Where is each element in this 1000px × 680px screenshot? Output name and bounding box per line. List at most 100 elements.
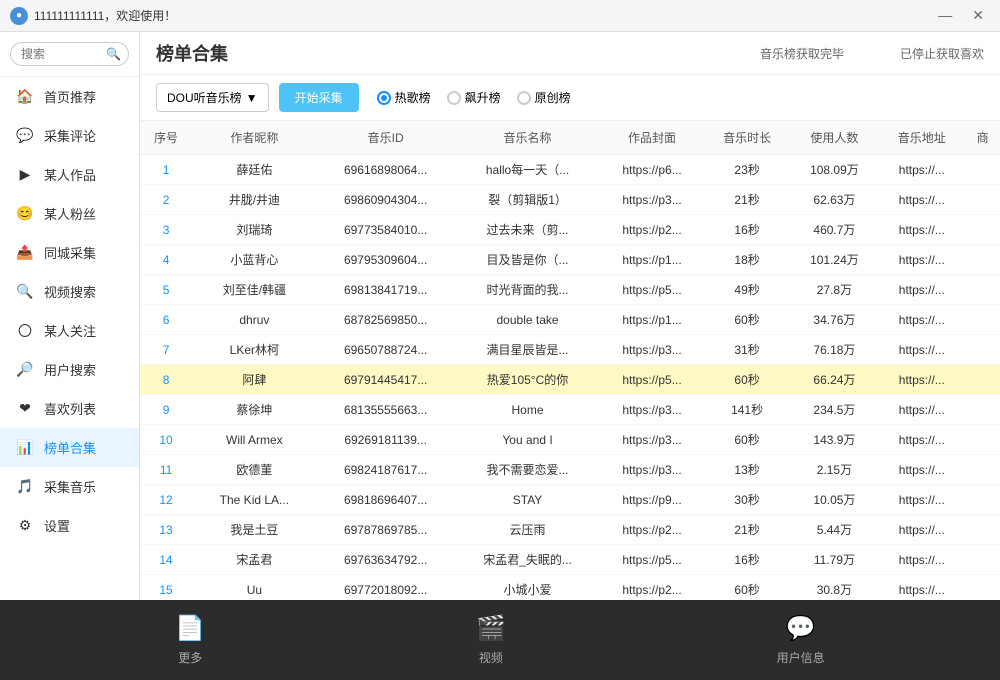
cell-5: 16秒 <box>704 545 791 575</box>
cell-5: 49秒 <box>704 275 791 305</box>
cell-7: https://... <box>878 395 965 425</box>
radio-原创榜[interactable]: 原创榜 <box>517 89 571 106</box>
sidebar-item-label: 喜欢列表 <box>44 399 96 418</box>
close-button[interactable]: ✕ <box>966 5 990 26</box>
sidebar-item-video-search[interactable]: 🔍 视频搜索 <box>0 272 139 311</box>
cell-5: 23秒 <box>704 155 791 185</box>
table-row[interactable]: 5刘至佳/韩疆69813841719...时光背面的我...https://p5… <box>140 275 1000 305</box>
table-row[interactable]: 7LKer林柯69650788724...满目星辰皆是...https://p3… <box>140 335 1000 365</box>
cell-6: 62.63万 <box>791 185 879 215</box>
cell-8 <box>965 455 1000 485</box>
video-icon: 🎬 <box>476 614 506 643</box>
cell-8 <box>965 425 1000 455</box>
cell-3: STAY <box>455 485 601 515</box>
cell-0: 9 <box>140 395 192 425</box>
sidebar: 🔍 🏠 首页推荐 💬 采集评论 ▶ 某人作品 😊 某人粉丝 📤 同城采集 🔍 视… <box>0 32 140 600</box>
sidebar-item-someone-work[interactable]: ▶ 某人作品 <box>0 155 139 194</box>
cell-0: 3 <box>140 215 192 245</box>
cell-8 <box>965 275 1000 305</box>
bottom-item-video[interactable]: 🎬 视频 <box>476 614 506 666</box>
table-row[interactable]: 11欧德菫69824187617...我不需要恋爱...https://p3..… <box>140 455 1000 485</box>
cell-3: 宋孟君_失眠的... <box>455 545 601 575</box>
like-list-icon: ❤ <box>16 400 34 418</box>
cell-6: 460.7万 <box>791 215 879 245</box>
cell-1: 薛廷佑 <box>192 155 317 185</box>
table-row[interactable]: 15Uu69772018092...小城小爱https://p2...60秒30… <box>140 575 1000 601</box>
collect-comment-icon: 💬 <box>16 127 34 145</box>
bottom-label-more: 更多 <box>178 649 202 666</box>
table-container[interactable]: 序号作者昵称音乐ID音乐名称作品封面音乐时长使用人数音乐地址商 1薛廷佑6961… <box>140 121 1000 600</box>
collect-button[interactable]: 开始采集 <box>279 83 359 112</box>
cell-5: 31秒 <box>704 335 791 365</box>
cell-5: 21秒 <box>704 515 791 545</box>
content-area: 榜单合集 音乐榜获取完毕 已停止获取喜欢 DOU听音乐榜 ▼ 开始采集 热歌榜 … <box>140 32 1000 600</box>
sidebar-item-collect-comment[interactable]: 💬 采集评论 <box>0 116 139 155</box>
user-search-icon: 🔎 <box>16 361 34 379</box>
sidebar-item-follow-collect[interactable]: 〇 某人关注 <box>0 311 139 350</box>
table-row[interactable]: 10Will Armex69269181139...You and Ihttps… <box>140 425 1000 455</box>
bottom-label-video: 视频 <box>479 649 503 666</box>
cell-8 <box>965 395 1000 425</box>
bottom-item-user-info[interactable]: 💬 用户信息 <box>777 614 825 666</box>
col-作品封面: 作品封面 <box>600 121 703 155</box>
chart-type-radio-group: 热歌榜 飙升榜 原创榜 <box>377 89 571 106</box>
cell-5: 141秒 <box>704 395 791 425</box>
cell-5: 16秒 <box>704 215 791 245</box>
cell-7: https://... <box>878 155 965 185</box>
sidebar-item-city-collect[interactable]: 📤 同城采集 <box>0 233 139 272</box>
table-row[interactable]: 6dhruv68782569850...double takehttps://p… <box>140 305 1000 335</box>
cell-0: 10 <box>140 425 192 455</box>
sidebar-item-chart-list[interactable]: 📊 榜单合集 <box>0 428 139 467</box>
cell-7: https://... <box>878 425 965 455</box>
table-header-row: 序号作者昵称音乐ID音乐名称作品封面音乐时长使用人数音乐地址商 <box>140 121 1000 155</box>
radio-飙升榜[interactable]: 飙升榜 <box>447 89 501 106</box>
sidebar-item-label: 同城采集 <box>44 243 96 262</box>
cell-7: https://... <box>878 515 965 545</box>
col-商: 商 <box>965 121 1000 155</box>
table-row[interactable]: 2井胧/井迪69860904304...裂（剪辑版1）https://p3...… <box>140 185 1000 215</box>
cell-8 <box>965 365 1000 395</box>
sidebar-item-like-list[interactable]: ❤ 喜欢列表 <box>0 389 139 428</box>
minimize-button[interactable]: — <box>932 5 958 26</box>
sidebar-item-settings[interactable]: ⚙ 设置 <box>0 506 139 545</box>
cell-7: https://... <box>878 575 965 601</box>
table-row[interactable]: 14宋孟君69763634792...宋孟君_失眠的...https://p5.… <box>140 545 1000 575</box>
cell-8 <box>965 335 1000 365</box>
cell-3: double take <box>455 305 601 335</box>
chart-dropdown[interactable]: DOU听音乐榜 ▼ <box>156 83 269 112</box>
cell-7: https://... <box>878 275 965 305</box>
cell-0: 2 <box>140 185 192 215</box>
radio-热歌榜[interactable]: 热歌榜 <box>377 89 431 106</box>
table-row[interactable]: 13我是土豆69787869785...云压雨https://p2...21秒5… <box>140 515 1000 545</box>
cell-0: 14 <box>140 545 192 575</box>
col-音乐时长: 音乐时长 <box>704 121 791 155</box>
cell-6: 30.8万 <box>791 575 879 601</box>
col-音乐地址: 音乐地址 <box>878 121 965 155</box>
someone-work-icon: ▶ <box>16 166 34 184</box>
cell-1: 小蓝背心 <box>192 245 317 275</box>
cell-7: https://... <box>878 545 965 575</box>
cell-6: 234.5万 <box>791 395 879 425</box>
cell-0: 13 <box>140 515 192 545</box>
page-title: 榜单合集 <box>156 40 228 66</box>
table-row[interactable]: 9蔡徐坤68135555663...Homehttps://p3...141秒2… <box>140 395 1000 425</box>
sidebar-item-someone-fans[interactable]: 😊 某人粉丝 <box>0 194 139 233</box>
cell-2: 69787869785... <box>317 515 455 545</box>
table-row[interactable]: 4小蓝背心69795309604...目及皆是你（...https://p1..… <box>140 245 1000 275</box>
sidebar-item-collect-music[interactable]: 🎵 采集音乐 <box>0 467 139 506</box>
cell-5: 30秒 <box>704 485 791 515</box>
cell-0: 7 <box>140 335 192 365</box>
table-row[interactable]: 3刘瑞琦69773584010...过去未来（剪...https://p2...… <box>140 215 1000 245</box>
table-row[interactable]: 8阿肆69791445417...热爱105°C的你https://p5...6… <box>140 365 1000 395</box>
cell-3: 小城小爱 <box>455 575 601 601</box>
sidebar-item-home[interactable]: 🏠 首页推荐 <box>0 77 139 116</box>
table-row[interactable]: 12The Kid LA...69818696407...STAYhttps:/… <box>140 485 1000 515</box>
cell-2: 69773584010... <box>317 215 455 245</box>
status-text-right: 已停止获取喜欢 <box>900 45 984 62</box>
bottom-item-more[interactable]: 📄 更多 <box>175 614 205 666</box>
table-row[interactable]: 1薛廷佑69616898064...hallo每一天（...https://p6… <box>140 155 1000 185</box>
cell-8 <box>965 155 1000 185</box>
sidebar-item-user-search[interactable]: 🔎 用户搜索 <box>0 350 139 389</box>
content-header: 榜单合集 音乐榜获取完毕 已停止获取喜欢 <box>140 32 1000 75</box>
cell-2: 69616898064... <box>317 155 455 185</box>
